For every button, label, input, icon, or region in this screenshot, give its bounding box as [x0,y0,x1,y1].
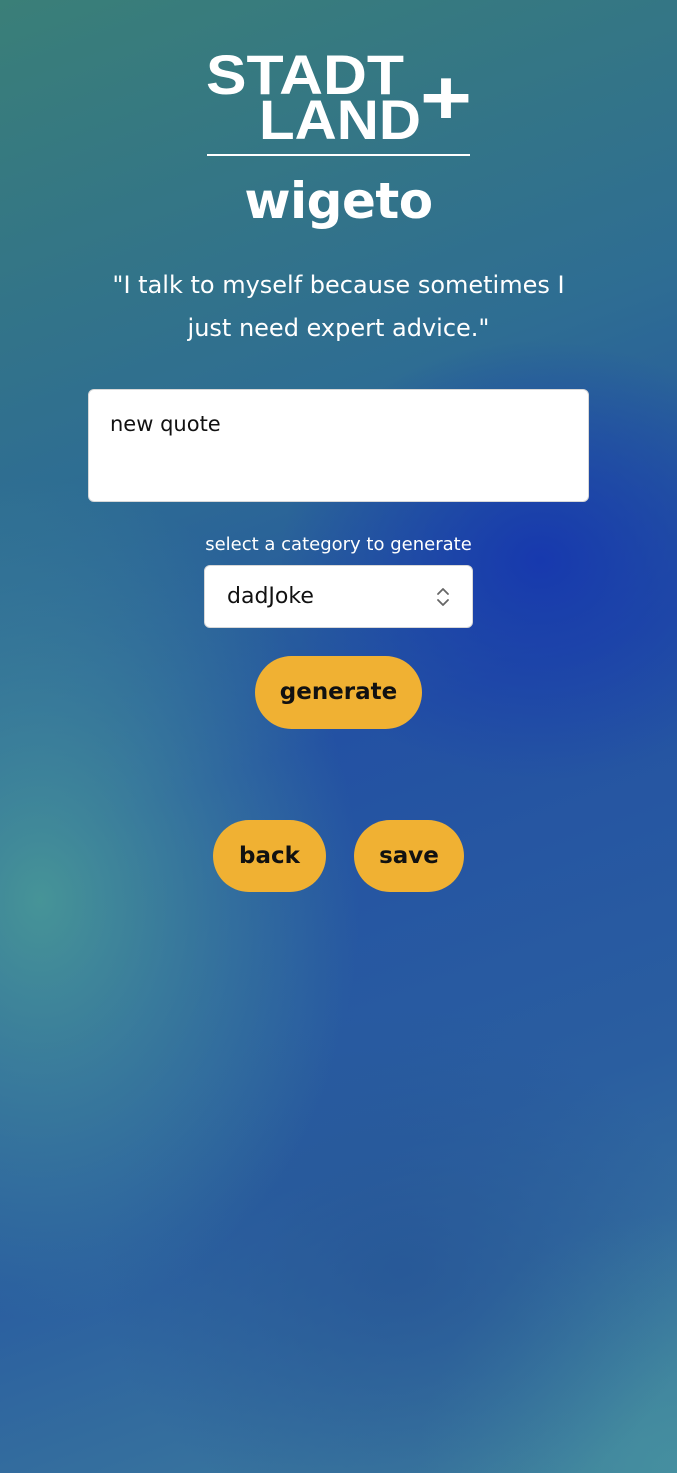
logo-line-land: LAND [259,88,421,151]
brand-title: wigeto [244,172,433,230]
save-button[interactable]: save [354,820,464,892]
back-button[interactable]: back [213,820,326,892]
category-select-label: select a category to generate [205,534,472,555]
generate-button[interactable]: generate [255,656,422,729]
stadt-land-logo: STADT LAND + [206,44,472,151]
new-quote-input[interactable] [88,389,589,502]
logo-plus: + [420,53,472,141]
chevron-up-down-icon [437,588,449,606]
category-select-value: dadJoke [227,584,314,609]
generated-quote: "I talk to myself because sometimes I ju… [112,271,565,342]
category-select[interactable]: dadJoke [204,565,473,628]
logo-divider [207,154,470,156]
app-page: STADT LAND + wigeto "I talk to myself be… [0,0,677,1473]
